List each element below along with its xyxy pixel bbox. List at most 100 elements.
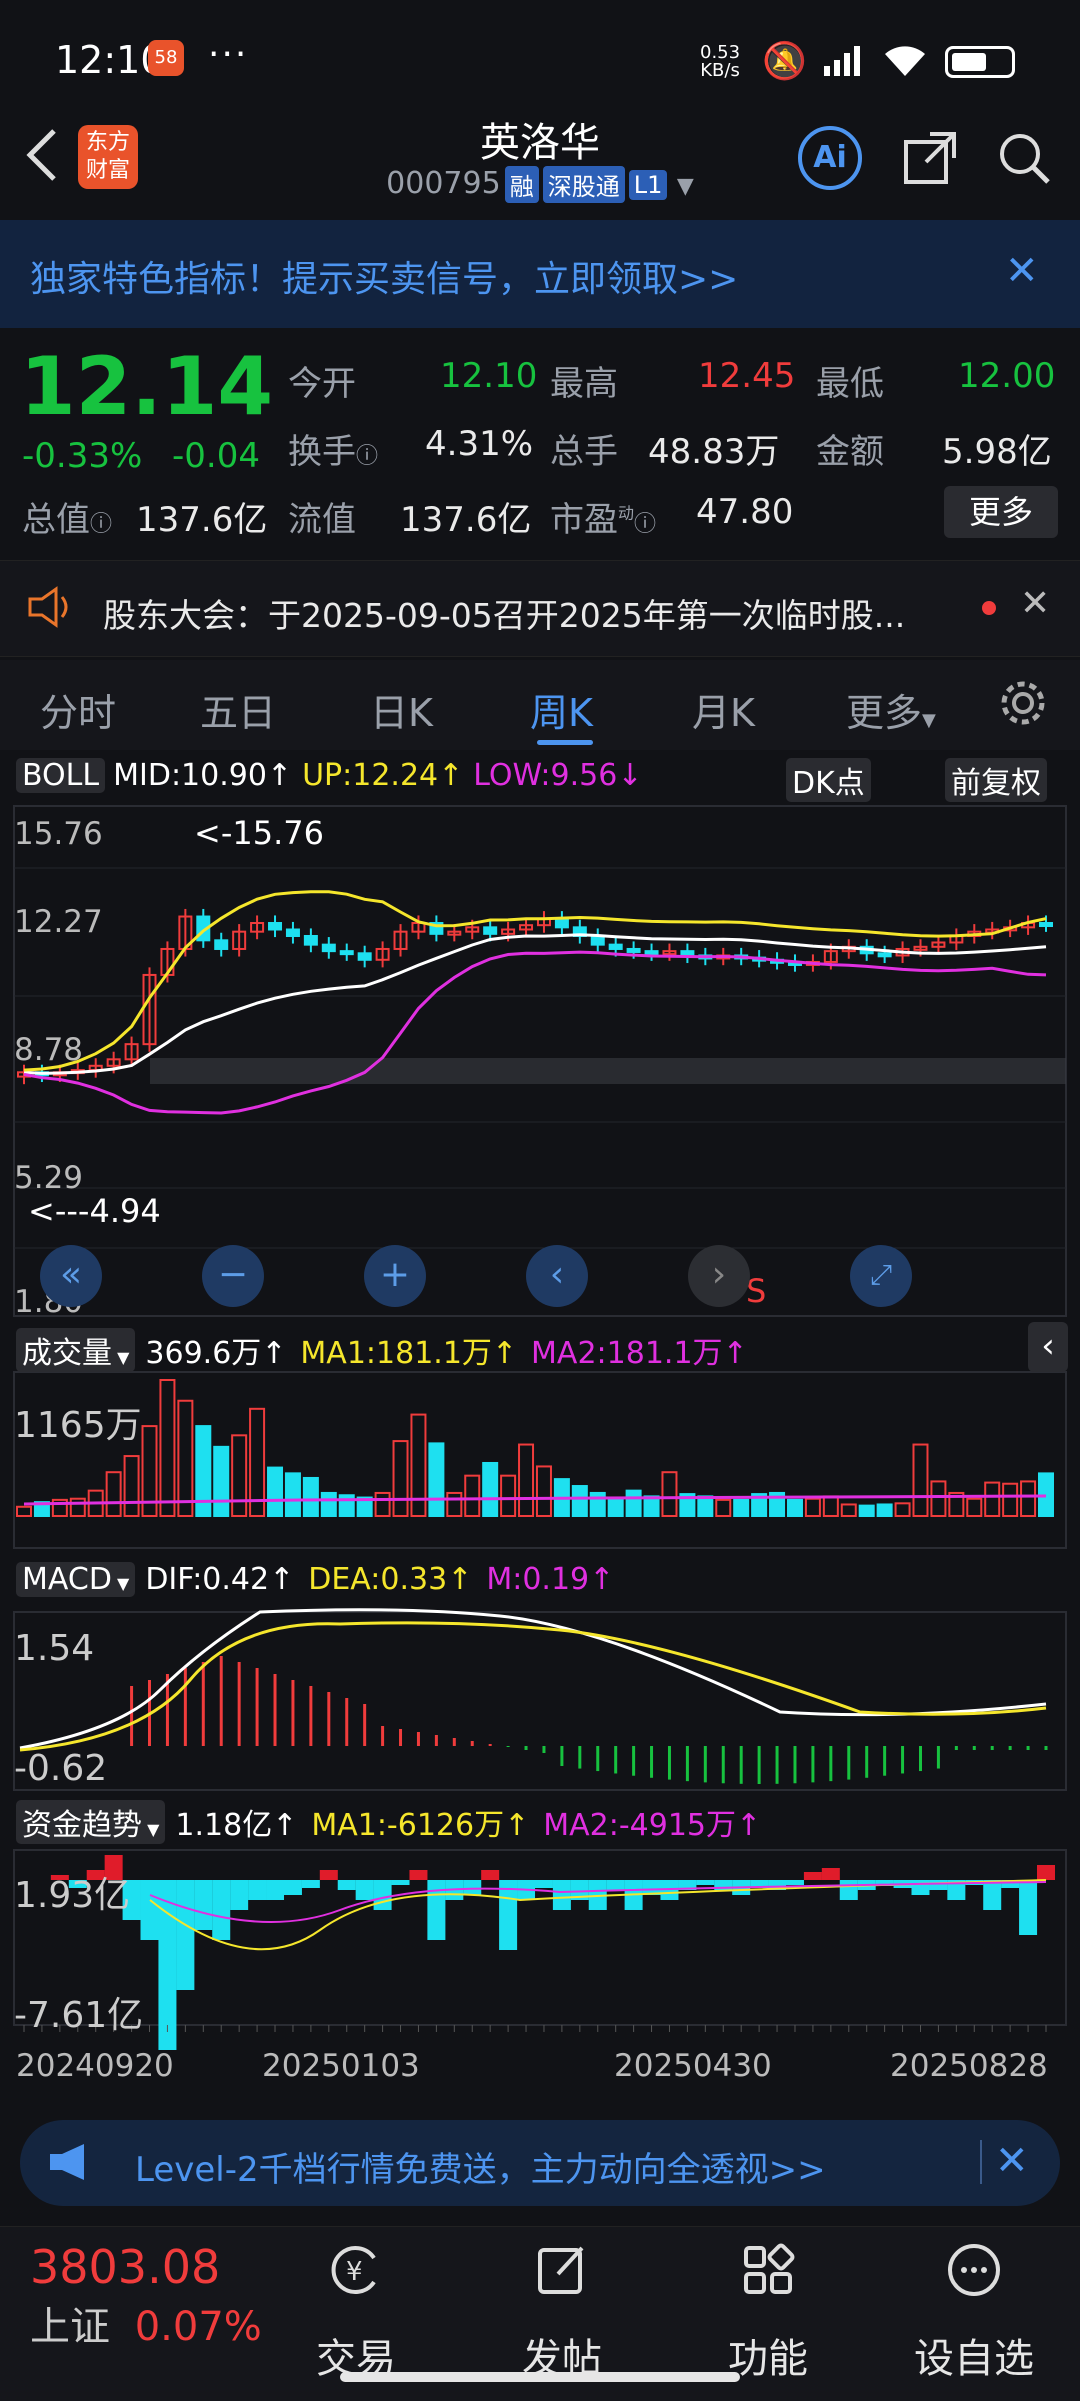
volume-bar bbox=[535, 1465, 552, 1517]
indicator-select-fund[interactable]: 资金趋势 ▼ bbox=[16, 1800, 166, 1844]
ai-button[interactable]: Ai bbox=[798, 126, 862, 190]
close-icon[interactable]: ✕ bbox=[1005, 248, 1039, 294]
fund-bar bbox=[140, 1880, 159, 1940]
turnover-label: 换手ⓘ bbox=[288, 424, 378, 473]
grid-icon[interactable] bbox=[708, 2240, 828, 2311]
home-indicator[interactable] bbox=[340, 2372, 740, 2382]
chat-icon[interactable] bbox=[914, 2240, 1034, 2311]
volume-bar bbox=[966, 1497, 983, 1517]
tab-more[interactable]: 更多▼ bbox=[846, 682, 936, 737]
fullscreen-icon[interactable]: ⤢ bbox=[850, 1245, 912, 1307]
scroll-right-button[interactable]: › bbox=[688, 1245, 750, 1307]
volume-bar bbox=[625, 1489, 642, 1517]
low-value: 12.00 bbox=[958, 356, 1056, 396]
level2-banner[interactable]: Level-2千档行情免费送，主力动向全透视>> ✕ bbox=[20, 2120, 1060, 2206]
candle-body bbox=[268, 922, 283, 931]
collapse-panel-icon[interactable]: ‹ bbox=[1028, 1322, 1068, 1372]
kline-chart[interactable] bbox=[0, 800, 1080, 2100]
nav-add-watchlist[interactable]: 设自选 bbox=[904, 2326, 1044, 2384]
index-row: 上证 0.07% bbox=[30, 2294, 262, 2352]
more-button[interactable]: 更多 bbox=[944, 486, 1058, 538]
tag-level: L1 bbox=[628, 169, 668, 200]
boll-low: LOW:9.56↓ bbox=[473, 758, 643, 793]
volume-bar bbox=[482, 1461, 499, 1517]
volume-bar bbox=[16, 1505, 32, 1518]
volume-bar bbox=[715, 1498, 732, 1517]
volume-bar bbox=[105, 1471, 122, 1517]
fund-bar bbox=[839, 1880, 858, 1900]
notice-text[interactable]: 股东大会：于2025-09-05召开2025年第一次临时股... bbox=[103, 589, 905, 637]
caret-down-icon: ▼ bbox=[111, 1574, 130, 1593]
volume-ma-line bbox=[23, 1494, 1047, 1506]
tab-weekly[interactable]: 周K bbox=[530, 682, 593, 737]
search-icon[interactable] bbox=[994, 128, 1054, 192]
fund-bar bbox=[176, 1880, 195, 1990]
share-icon[interactable] bbox=[900, 128, 960, 192]
red-dot bbox=[982, 601, 996, 615]
edit-icon[interactable] bbox=[502, 2240, 622, 2311]
close-icon[interactable]: ✕ bbox=[1020, 583, 1050, 624]
turnover-label-text: 换手 bbox=[288, 432, 356, 472]
rewind-button[interactable]: « bbox=[40, 1245, 102, 1307]
indicator-select-volume[interactable]: 成交量 ▼ bbox=[16, 1328, 136, 1372]
zoom-in-button[interactable]: + bbox=[364, 1245, 426, 1307]
fund-bar bbox=[319, 1870, 338, 1880]
info-icon[interactable]: ⓘ bbox=[356, 444, 378, 469]
info-icon[interactable]: ⓘ bbox=[634, 512, 656, 537]
volume-bar bbox=[1002, 1482, 1019, 1518]
zoom-out-button[interactable]: − bbox=[202, 1245, 264, 1307]
fund-bar bbox=[283, 1880, 302, 1895]
indicator-select-boll[interactable]: BOLL bbox=[16, 758, 106, 793]
fund-bar bbox=[1037, 1865, 1055, 1880]
level2-text[interactable]: Level-2千档行情免费送，主力动向全透视>> bbox=[135, 2142, 826, 2191]
promo-banner[interactable]: 独家特色指标！提示买卖信号，立即领取>> ✕ bbox=[0, 220, 1080, 328]
volume-ma2: MA2:181.1万↑ bbox=[531, 1336, 748, 1371]
tab-five-day[interactable]: 五日 bbox=[200, 682, 276, 737]
pe-label-text: 市盈 bbox=[550, 500, 618, 540]
macd-y-label: 1.54 bbox=[14, 1628, 95, 1669]
macd-m: M:0.19↑ bbox=[486, 1562, 615, 1597]
macd-indicator-label: MACD bbox=[22, 1562, 112, 1597]
candle-body bbox=[285, 928, 300, 937]
yen-icon[interactable]: ¥ bbox=[296, 2240, 416, 2311]
notice-bar[interactable]: 股东大会：于2025-09-05召开2025年第一次临时股... ✕ bbox=[0, 560, 1080, 657]
change-amt: -0.04 bbox=[172, 436, 260, 476]
volume-bar bbox=[428, 1442, 445, 1517]
tag-connect: 深股通 bbox=[542, 166, 625, 203]
y-label: 5.29 bbox=[14, 1160, 84, 1196]
volume-bar bbox=[733, 1498, 750, 1517]
volume-bar bbox=[392, 1440, 409, 1517]
tab-monthly[interactable]: 月K bbox=[692, 682, 755, 737]
info-icon[interactable]: ⓘ bbox=[90, 512, 112, 537]
amount-label: 金额 bbox=[816, 432, 884, 472]
dk-button[interactable]: DK点 bbox=[786, 758, 871, 802]
pe-sup: 动 bbox=[618, 503, 635, 523]
caret-down-icon: ▼ bbox=[142, 1820, 160, 1839]
chevron-down-icon: ▼ bbox=[676, 174, 694, 199]
fund-bar bbox=[194, 1880, 213, 1930]
close-icon[interactable]: ✕ bbox=[995, 2138, 1029, 2184]
volume-bar bbox=[267, 1466, 284, 1517]
volume-bar bbox=[804, 1497, 821, 1517]
adjust-button[interactable]: 前复权 bbox=[945, 758, 1047, 802]
promo-text[interactable]: 独家特色指标！提示买卖信号，立即领取>> bbox=[30, 250, 738, 302]
fund-bar bbox=[929, 1880, 948, 1890]
indicator-select-macd[interactable]: MACD ▼ bbox=[16, 1562, 136, 1597]
volume-label: 总手 bbox=[550, 432, 618, 472]
fund-bar bbox=[803, 1872, 822, 1880]
total-mv-label-text: 总值 bbox=[22, 500, 90, 540]
tab-daily[interactable]: 日K bbox=[370, 682, 433, 737]
settings-gear-icon[interactable] bbox=[996, 676, 1050, 734]
index-ticker[interactable]: 3803.08 上证 0.07% bbox=[30, 2240, 262, 2352]
fund-bar bbox=[373, 1880, 392, 1910]
volume-bar bbox=[894, 1502, 911, 1517]
tab-intraday[interactable]: 分时 bbox=[40, 682, 116, 737]
scroll-left-button[interactable]: ‹ bbox=[526, 1245, 588, 1307]
volume-bar bbox=[177, 1399, 194, 1518]
fund-bar bbox=[606, 1880, 625, 1890]
volume-legend: 成交量 ▼ 369.6万↑ MA1:181.1万↑ MA2:181.1万↑ bbox=[16, 1328, 748, 1372]
x-date-label: 20250103 bbox=[262, 2048, 420, 2084]
volume-bar bbox=[571, 1485, 588, 1517]
float-mv-label: 流值 bbox=[288, 500, 356, 540]
fund-ma1: MA1:-6126万↑ bbox=[311, 1808, 530, 1843]
